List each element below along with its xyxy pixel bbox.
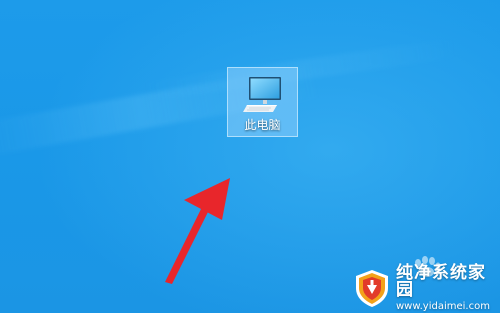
red-arrow-icon xyxy=(150,170,250,285)
shield-logo-icon xyxy=(352,268,392,308)
watermark-url: www.yidaimei.com xyxy=(396,300,490,312)
desktop-background: 此电脑 纯净系统家园 www.yidaimei.com xyxy=(0,0,500,313)
this-pc-icon xyxy=(239,74,287,116)
watermark-title: 纯净系统家园 xyxy=(396,262,486,300)
site-watermark: 纯净系统家园 www.yidaimei.com xyxy=(352,262,496,312)
desktop-icon-this-pc[interactable]: 此电脑 xyxy=(227,67,298,137)
desktop-icon-label: 此电脑 xyxy=(244,118,281,132)
